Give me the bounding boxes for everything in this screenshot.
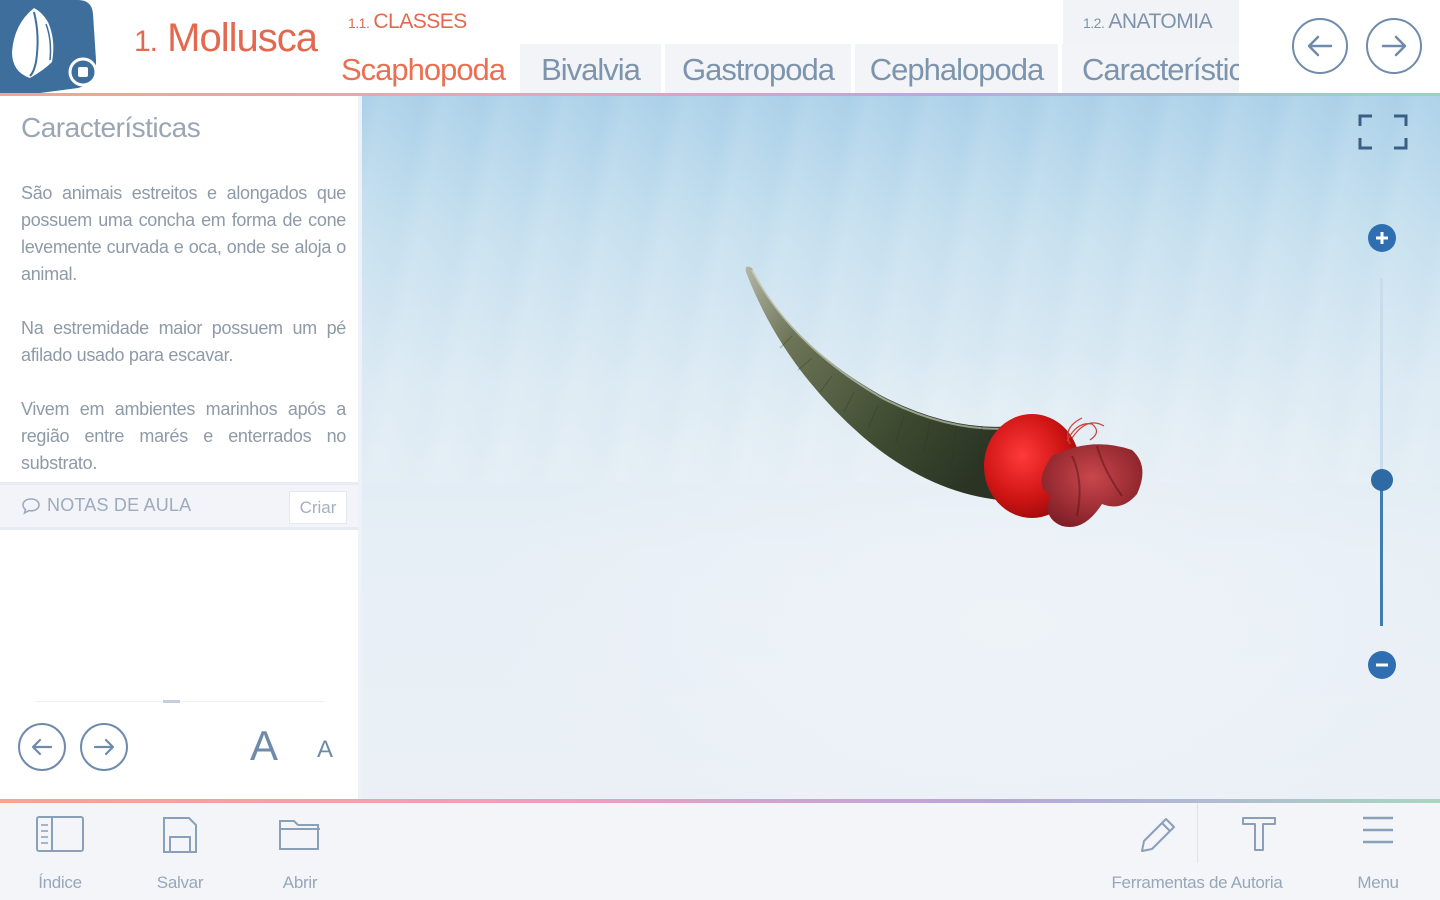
zoom-slider-handle[interactable] xyxy=(1371,468,1393,491)
tab-bivalvia[interactable]: Bivalvia xyxy=(520,44,661,93)
arrow-left-icon xyxy=(31,738,53,756)
menu-button[interactable]: Menu xyxy=(1336,803,1420,900)
paragraph: Vivem em ambientes marinhos após a regiã… xyxy=(21,399,346,473)
zoom-in-button[interactable] xyxy=(1368,224,1396,252)
tab-scaphopoda[interactable]: Scaphopoda xyxy=(330,44,516,93)
notes-label-text: NOTAS DE AULA xyxy=(47,495,192,515)
section-classes-label: CLASSES xyxy=(373,10,467,33)
tab-cephalopoda[interactable]: Cephalopoda xyxy=(855,44,1058,93)
save-button[interactable]: Salvar xyxy=(138,803,222,900)
section-anatomia[interactable]: 1.2. ANATOMIA xyxy=(1083,10,1213,34)
section-anatomia-number: 1.2. xyxy=(1083,15,1105,31)
speech-bubble-icon xyxy=(22,497,40,515)
sidebar-prev-button[interactable] xyxy=(18,723,66,771)
scroll-thumb[interactable] xyxy=(163,700,181,703)
fullscreen-icon xyxy=(1358,114,1408,150)
create-note-button[interactable]: Criar xyxy=(289,491,347,524)
arrow-left-icon xyxy=(1307,35,1333,57)
section-classes[interactable]: 1.1. CLASSES xyxy=(348,10,467,34)
toolbar-separator xyxy=(1197,803,1198,863)
paragraph: São animais estreitos e alongados que po… xyxy=(21,183,346,284)
paragraph: Na estremidade maior possuem um pé afila… xyxy=(21,318,346,365)
sidebar-title: Características xyxy=(21,112,201,143)
minus-icon xyxy=(1376,663,1388,667)
zoom-out-button[interactable] xyxy=(1368,651,1396,679)
index-button[interactable]: Índice xyxy=(18,803,102,900)
font-decrease-button[interactable]: A xyxy=(317,736,333,764)
tab-caracteristicas[interactable]: Característic xyxy=(1062,44,1239,93)
pencil-icon xyxy=(1141,818,1175,852)
hamburger-menu-icon xyxy=(1363,816,1393,844)
book-index-icon xyxy=(36,816,84,852)
chapter-title: 1. Mollusca xyxy=(134,16,318,76)
tab-gastropoda[interactable]: Gastropoda xyxy=(665,44,851,93)
open-button[interactable]: Abrir xyxy=(258,803,342,900)
chapter-number: 1. xyxy=(134,25,158,58)
notes-area[interactable] xyxy=(0,530,358,700)
index-label: Índice xyxy=(38,873,82,892)
chapter-name: Mollusca xyxy=(167,16,318,60)
save-label: Salvar xyxy=(156,873,204,892)
fullscreen-button[interactable] xyxy=(1358,114,1408,150)
model-viewer[interactable] xyxy=(362,96,1440,799)
save-icon xyxy=(163,817,197,853)
bottom-toolbar: Índice Salvar Abrir Ferramentas de Autor… xyxy=(0,803,1440,900)
font-increase-button[interactable]: A xyxy=(250,722,278,770)
scaphopoda-model[interactable] xyxy=(732,256,1182,546)
sidebar-text: São animais estreitos e alongados que po… xyxy=(21,180,346,504)
arrow-right-icon xyxy=(93,738,115,756)
header-prev-button[interactable] xyxy=(1292,18,1348,74)
top-header: 1. Mollusca 1.1. CLASSES 1.2. ANATOMIA Sca… xyxy=(0,0,1440,93)
folder-icon xyxy=(279,820,320,850)
arrow-right-icon xyxy=(1381,35,1407,57)
authoring-tools-label: Ferramentas de Autoria xyxy=(1111,873,1283,892)
section-anatomia-label: ANATOMIA xyxy=(1108,10,1213,33)
plus-icon xyxy=(1376,232,1388,244)
lecture-notes-bar: NOTAS DE AULA Criar xyxy=(0,482,358,530)
content-sidebar: Características São animais estreitos e … xyxy=(0,96,358,799)
text-tool-icon xyxy=(1242,817,1276,851)
sidebar-next-button[interactable] xyxy=(80,723,128,771)
app-logo[interactable] xyxy=(0,0,100,93)
menu-label: Menu xyxy=(1357,873,1399,892)
lecture-notes-label: NOTAS DE AULA xyxy=(21,495,191,516)
open-label: Abrir xyxy=(282,873,318,892)
section-classes-number: 1.1. xyxy=(348,15,370,31)
header-next-button[interactable] xyxy=(1366,18,1422,74)
zoom-slider-fill xyxy=(1380,479,1383,626)
